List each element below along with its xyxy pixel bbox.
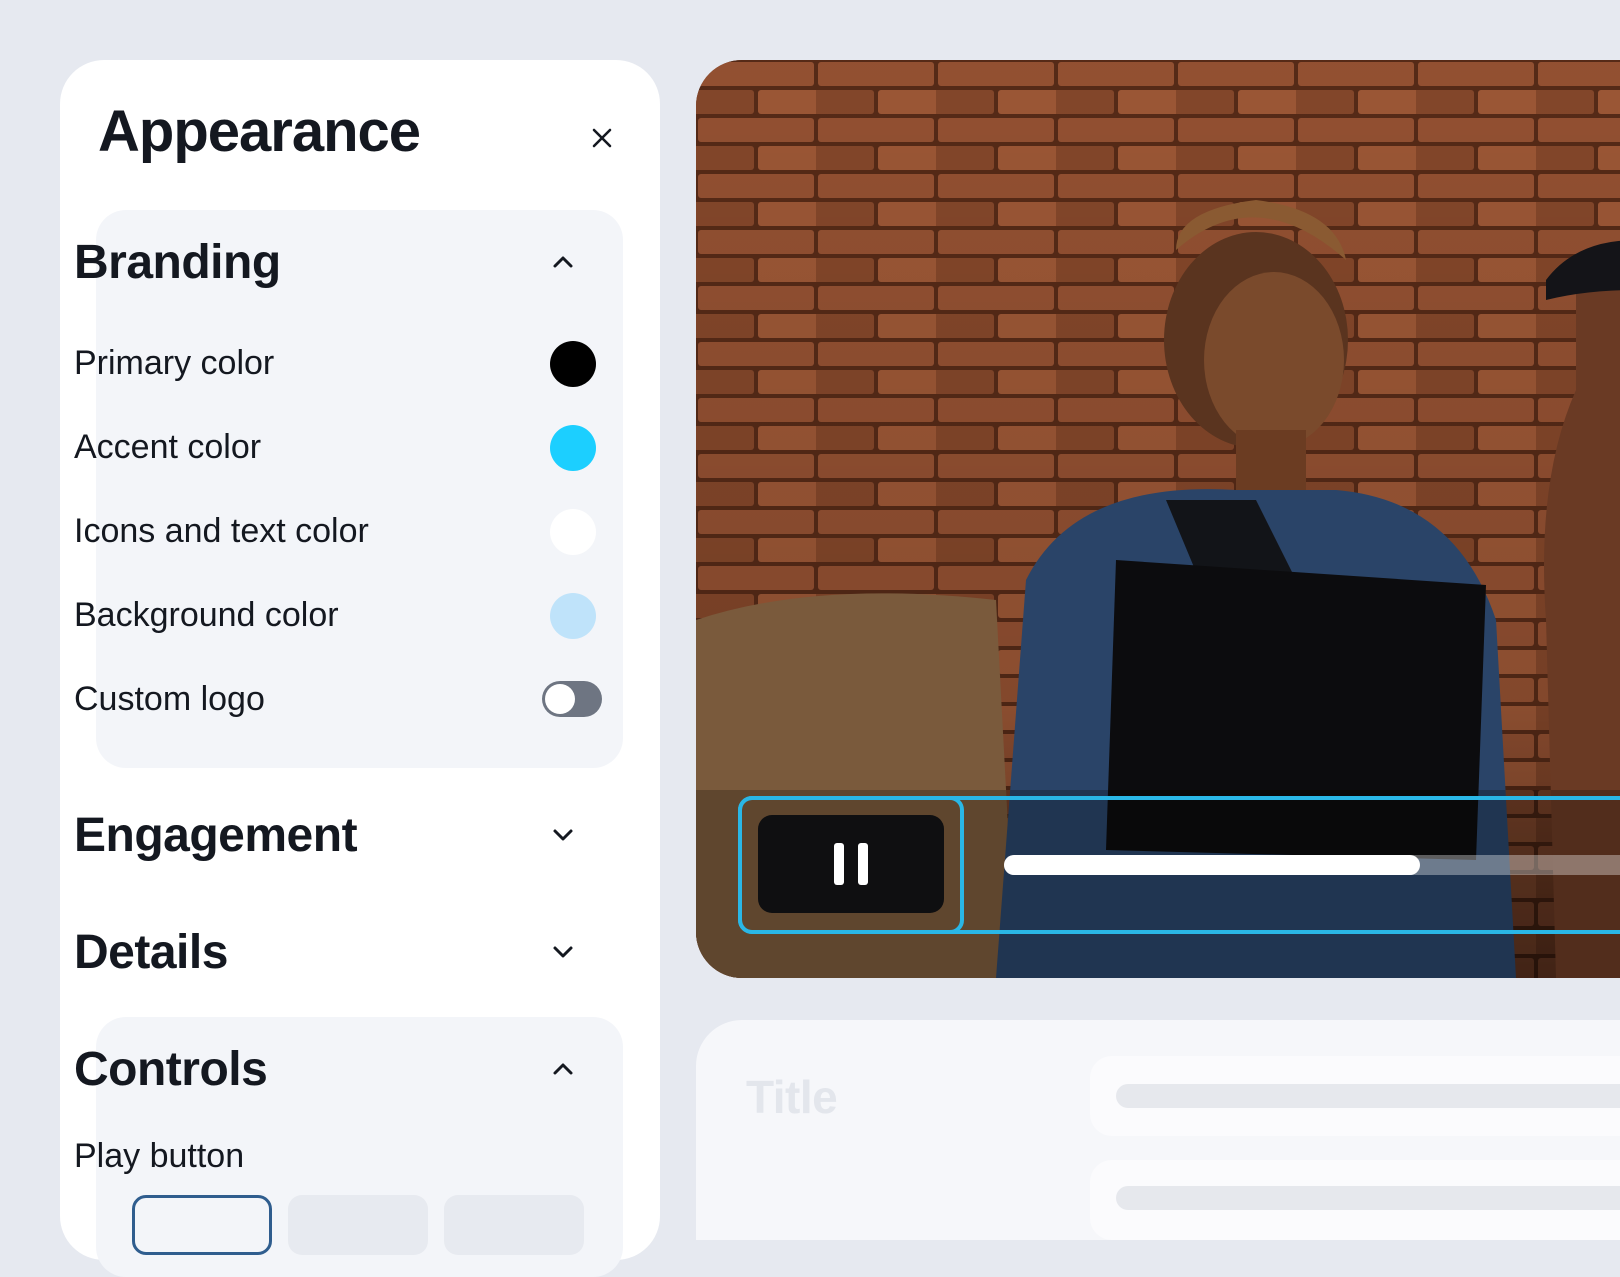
details-title-label: Title: [746, 1071, 838, 1123]
play-button-option-2[interactable]: [288, 1195, 428, 1255]
accent-color-swatch[interactable]: [550, 425, 596, 471]
pause-button[interactable]: [758, 815, 944, 913]
details-header[interactable]: Details: [74, 922, 594, 982]
custom-logo-row: Custom logo: [74, 669, 602, 729]
controls-header[interactable]: Controls: [74, 1039, 594, 1099]
background-color-row: Background color: [74, 585, 596, 645]
description-field-placeholder: [1116, 1186, 1620, 1210]
custom-logo-toggle[interactable]: [542, 681, 602, 717]
engagement-header[interactable]: Engagement: [74, 805, 594, 865]
chevron-up-icon: [549, 248, 577, 276]
pause-icon: [834, 843, 868, 885]
chevron-up-icon: [549, 1055, 577, 1083]
play-button-row: Play button: [74, 1126, 594, 1186]
chevron-down-icon: [549, 821, 577, 849]
custom-logo-label: Custom logo: [74, 679, 265, 718]
controls-label: Controls: [74, 1042, 268, 1096]
close-button[interactable]: [580, 116, 624, 160]
toggle-knob: [545, 684, 575, 714]
icons-text-color-row: Icons and text color: [74, 501, 596, 561]
panel-title: Appearance: [98, 99, 421, 164]
primary-color-row: Primary color: [74, 333, 596, 393]
primary-color-label: Primary color: [74, 343, 275, 382]
background-color-label: Background color: [74, 595, 339, 634]
engagement-label: Engagement: [74, 808, 358, 862]
icons-text-color-swatch[interactable]: [550, 509, 596, 555]
play-button-option-3[interactable]: [444, 1195, 584, 1255]
details-label: Details: [74, 925, 228, 979]
branding-header[interactable]: Branding: [74, 232, 594, 292]
primary-color-swatch[interactable]: [550, 341, 596, 387]
background-color-swatch[interactable]: [550, 593, 596, 639]
icons-text-color-label: Icons and text color: [74, 511, 369, 550]
progress-fill: [1004, 855, 1420, 875]
accent-color-label: Accent color: [74, 427, 262, 466]
play-button-option-1[interactable]: [132, 1195, 272, 1255]
play-button-label: Play button: [74, 1136, 245, 1175]
accent-color-row: Accent color: [74, 417, 596, 477]
progress-bar[interactable]: [1004, 855, 1620, 875]
title-field-placeholder: [1116, 1084, 1620, 1108]
chevron-down-icon: [549, 938, 577, 966]
branding-label: Branding: [74, 235, 281, 289]
close-icon: [592, 128, 612, 148]
